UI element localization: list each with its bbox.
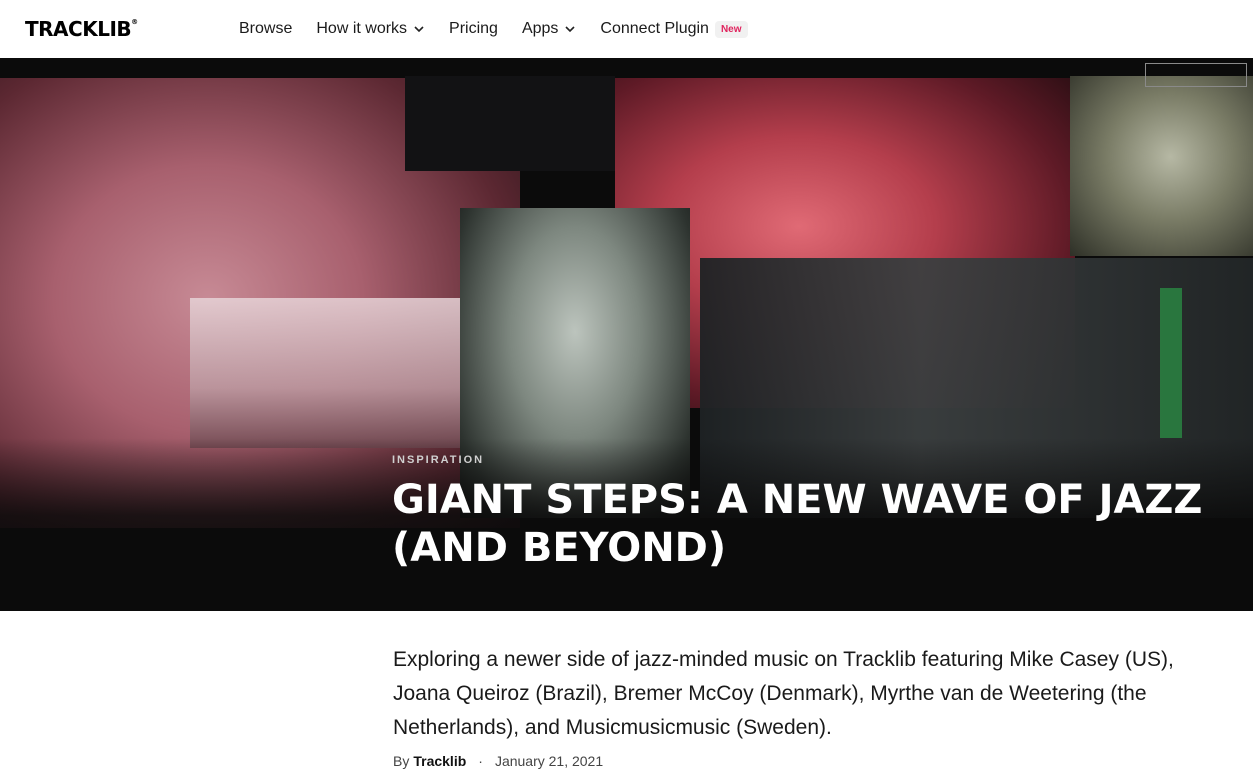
chevron-down-icon: [565, 26, 575, 33]
nav-connect-plugin[interactable]: Connect Plugin New: [600, 20, 748, 38]
byline-separator: ·: [478, 753, 483, 769]
byline-by-label: By: [393, 753, 410, 769]
site-header: TRACKLIB® Browse How it works Pricing Ap…: [0, 0, 1253, 58]
byline-author-link[interactable]: Tracklib: [413, 753, 466, 769]
article-body: Exploring a newer side of jazz-minded mu…: [393, 643, 1213, 769]
nav-browse-label: Browse: [239, 20, 293, 37]
tracklib-logo[interactable]: TRACKLIB®: [25, 17, 138, 41]
hero-collage-dark-block: [405, 76, 615, 171]
nav-apps[interactable]: Apps: [522, 20, 576, 38]
chevron-down-icon: [414, 26, 424, 33]
main-nav: Browse How it works Pricing Apps Connect…: [239, 0, 772, 58]
article-intro: Exploring a newer side of jazz-minded mu…: [393, 648, 1174, 739]
hero-banner: INSPIRATION GIANT STEPS: A NEW WAVE OF J…: [0, 58, 1253, 611]
article-date: January 21, 2021: [494, 753, 604, 769]
nav-how-it-works-label: How it works: [316, 20, 408, 37]
nav-apps-label: Apps: [521, 20, 559, 37]
nav-pricing[interactable]: Pricing: [449, 20, 498, 38]
hero-collage-green-strip: [1160, 288, 1182, 438]
hero-collage-mixing-console: [190, 298, 490, 448]
new-badge: New: [714, 20, 748, 38]
logo-text: TRACKLIB: [25, 17, 132, 41]
hero-text: INSPIRATION GIANT STEPS: A NEW WAVE OF J…: [392, 454, 1212, 572]
article-title: GIANT STEPS: A NEW WAVE OF JAZZ (AND BEY…: [392, 477, 1203, 571]
article-byline: By Tracklib · January 21, 2021: [393, 753, 1213, 769]
article-category[interactable]: INSPIRATION: [392, 454, 1212, 466]
hero-collage-man-portrait: [1070, 76, 1253, 256]
nav-pricing-label: Pricing: [449, 20, 498, 37]
hero-collage-frame: [1145, 63, 1247, 87]
logo-registered-mark: ®: [131, 18, 138, 27]
nav-how-it-works[interactable]: How it works: [316, 20, 425, 38]
nav-browse[interactable]: Browse: [239, 20, 292, 38]
nav-connect-plugin-label: Connect Plugin: [600, 20, 709, 37]
